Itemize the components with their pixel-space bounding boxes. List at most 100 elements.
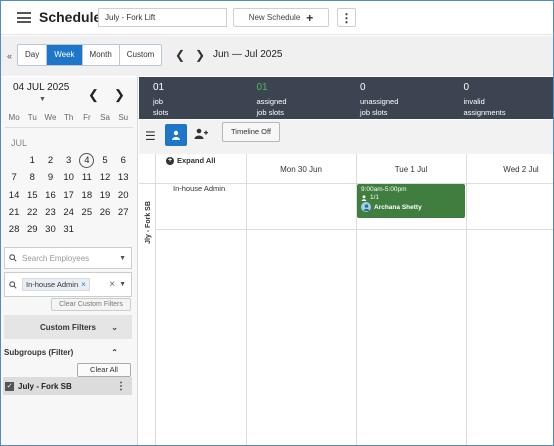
calendar-day-number: 2 — [47, 155, 54, 166]
grid-divider — [466, 154, 467, 445]
calendar-day[interactable]: 13 — [114, 169, 132, 186]
calendar-day[interactable]: 19 — [96, 187, 114, 204]
grid-divider — [155, 154, 156, 445]
calendar-day[interactable]: 7 — [5, 169, 23, 186]
stat-label-line: unassigned — [360, 97, 399, 106]
calendar-week: 1 2 345 6 — [5, 152, 135, 169]
calendar-day[interactable]: 23 — [41, 204, 59, 221]
calendar-day[interactable]: 30 — [41, 221, 59, 238]
calendar-day-number: 30 — [45, 224, 56, 236]
tab-week[interactable]: Week — [47, 45, 83, 65]
calendar-day[interactable]: 9 — [41, 169, 59, 186]
timeline-off-button[interactable]: Timeline Off — [222, 122, 280, 142]
calendar-day[interactable]: 6 — [114, 152, 132, 169]
calendar-day-number: 13 — [117, 172, 129, 184]
shift-slots: 1/1 — [361, 194, 461, 201]
next-period-icon[interactable]: ❯ — [195, 48, 205, 62]
tab-custom[interactable]: Custom — [120, 45, 162, 65]
expand-all-button[interactable]: + Expand All — [166, 156, 215, 165]
calendar-day[interactable]: 2 — [41, 152, 59, 169]
calendar-day[interactable]: 17 — [60, 187, 78, 204]
column-header: Wed 2 Jul — [503, 165, 539, 174]
calendar-day[interactable]: 28 — [5, 221, 23, 238]
calendar-day[interactable]: 27 — [114, 204, 132, 221]
add-person-icon[interactable] — [194, 128, 208, 142]
weekday-label: Th — [63, 113, 74, 122]
stat-label: unassigned job slots — [360, 96, 450, 118]
chevron-down-icon[interactable]: ▼ — [119, 255, 126, 262]
shift-card[interactable]: 9:00am-5:00pm 1/1 Archana Shetty — [357, 184, 465, 218]
collapse-sidebar-icon[interactable]: « — [7, 51, 12, 61]
weekday-label: Su — [118, 113, 129, 122]
chevron-down-icon[interactable]: ▼ — [119, 281, 126, 288]
weekday-label: Fr — [83, 113, 91, 122]
stat-label: invalid assignments — [464, 96, 554, 118]
calendar-day[interactable]: 20 — [114, 187, 132, 204]
calendar-day[interactable]: 11 — [78, 169, 96, 186]
tab-month[interactable]: Month — [83, 45, 120, 65]
calendar-day[interactable]: 25 — [78, 204, 96, 221]
calendar-day[interactable]: 24 — [60, 204, 78, 221]
double-chevron-down-icon: ⌄ — [111, 322, 118, 332]
calendar-day[interactable]: 26 — [96, 204, 114, 221]
subgroup-options-icon[interactable]: ⋮ — [116, 381, 126, 392]
calendar-day[interactable]: 5 — [96, 152, 114, 169]
schedule-name-field[interactable]: July - Fork Lift — [98, 8, 227, 27]
person-view-button[interactable] — [165, 124, 187, 146]
person-icon — [361, 194, 367, 201]
calendar-day[interactable]: 14 — [5, 187, 23, 204]
calendar-day-number: 19 — [99, 189, 111, 201]
calendar-day-number: 15 — [26, 189, 38, 201]
calendar-day[interactable]: 16 — [41, 187, 59, 204]
column-header: Tue 1 Jul — [394, 165, 428, 174]
search-icon — [9, 254, 17, 262]
calendar-next-icon[interactable]: ❯ — [114, 87, 125, 103]
calendar-day-number: 20 — [117, 189, 129, 201]
list-view-icon[interactable]: ☰ — [145, 129, 156, 143]
clear-custom-filters-button[interactable]: Clear Custom Filters — [51, 298, 131, 311]
calendar-day[interactable]: 1 — [23, 152, 41, 169]
calendar-day-number: 4 — [79, 153, 95, 168]
weekday-label: Mo — [8, 113, 20, 122]
new-schedule-button[interactable]: New Schedule + — [233, 8, 329, 27]
date-range-label: Jun — Jul 2025 — [213, 49, 283, 60]
previous-period-icon[interactable]: ❮ — [175, 48, 185, 62]
top-bar: Schedules July - Fork Lift New Schedule … — [1, 1, 553, 35]
schedule-grid: + Expand All Mon 30 Jun Tue 1 Jul Wed 2 … — [139, 154, 553, 445]
plus-icon: + — [306, 10, 314, 25]
calendar-day[interactable]: 29 — [23, 221, 41, 238]
calendar-day[interactable]: 10 — [60, 169, 78, 186]
clear-filter-icon[interactable]: × — [109, 279, 115, 290]
calendar-day[interactable]: 3 — [60, 152, 78, 169]
calendar-day[interactable]: 12 — [96, 169, 114, 186]
shift-time: 9:00am-5:00pm — [361, 186, 407, 193]
calendar-day[interactable]: 15 — [23, 187, 41, 204]
hamburger-menu-icon[interactable] — [17, 12, 31, 23]
calendar-day[interactable]: 21 — [5, 204, 23, 221]
chevron-down-icon[interactable]: ▼ — [39, 96, 46, 103]
more-options-button[interactable]: ⋮ — [337, 8, 356, 27]
calendar-day[interactable]: 22 — [23, 204, 41, 221]
checkbox-checked-icon[interactable]: ✓ — [5, 381, 14, 391]
clear-all-button[interactable]: Clear All — [77, 363, 131, 377]
shift-employee-name: Archana Shetty — [374, 203, 422, 211]
calendar-prev-icon[interactable]: ❮ — [88, 87, 99, 103]
calendar-day[interactable]: 8 — [23, 169, 41, 186]
stat-value: 01 — [256, 82, 268, 93]
tab-day[interactable]: Day — [18, 45, 48, 65]
group-label: Jly - Fork SB — [141, 184, 155, 260]
subgroups-toggle[interactable]: Subgroups (Filter) ⌃ — [4, 342, 132, 362]
calendar-day[interactable]: 4 — [78, 152, 96, 169]
remove-chip-icon[interactable]: × — [81, 280, 86, 289]
calendar-selected-date[interactable]: 04 JUL 2025 — [13, 82, 69, 93]
subgroup-item[interactable]: ✓ July - Fork SB ⋮ — [3, 377, 132, 395]
custom-filters-toggle[interactable]: Custom Filters ⌄ — [4, 315, 132, 339]
calendar-day[interactable]: 31 — [60, 221, 78, 238]
calendar-day-number: 6 — [120, 155, 126, 166]
search-employees-input[interactable]: Search Employees ▼ — [4, 247, 132, 269]
grid-toolbar: ☰ Timeline Off — [139, 120, 553, 154]
stat-label: job slots — [153, 96, 243, 118]
calendar-day[interactable]: 18 — [78, 187, 96, 204]
stat-card: 0 unassigned job slots — [346, 77, 450, 119]
role-filter-select[interactable]: In-house Admin × × ▼ — [4, 272, 132, 297]
